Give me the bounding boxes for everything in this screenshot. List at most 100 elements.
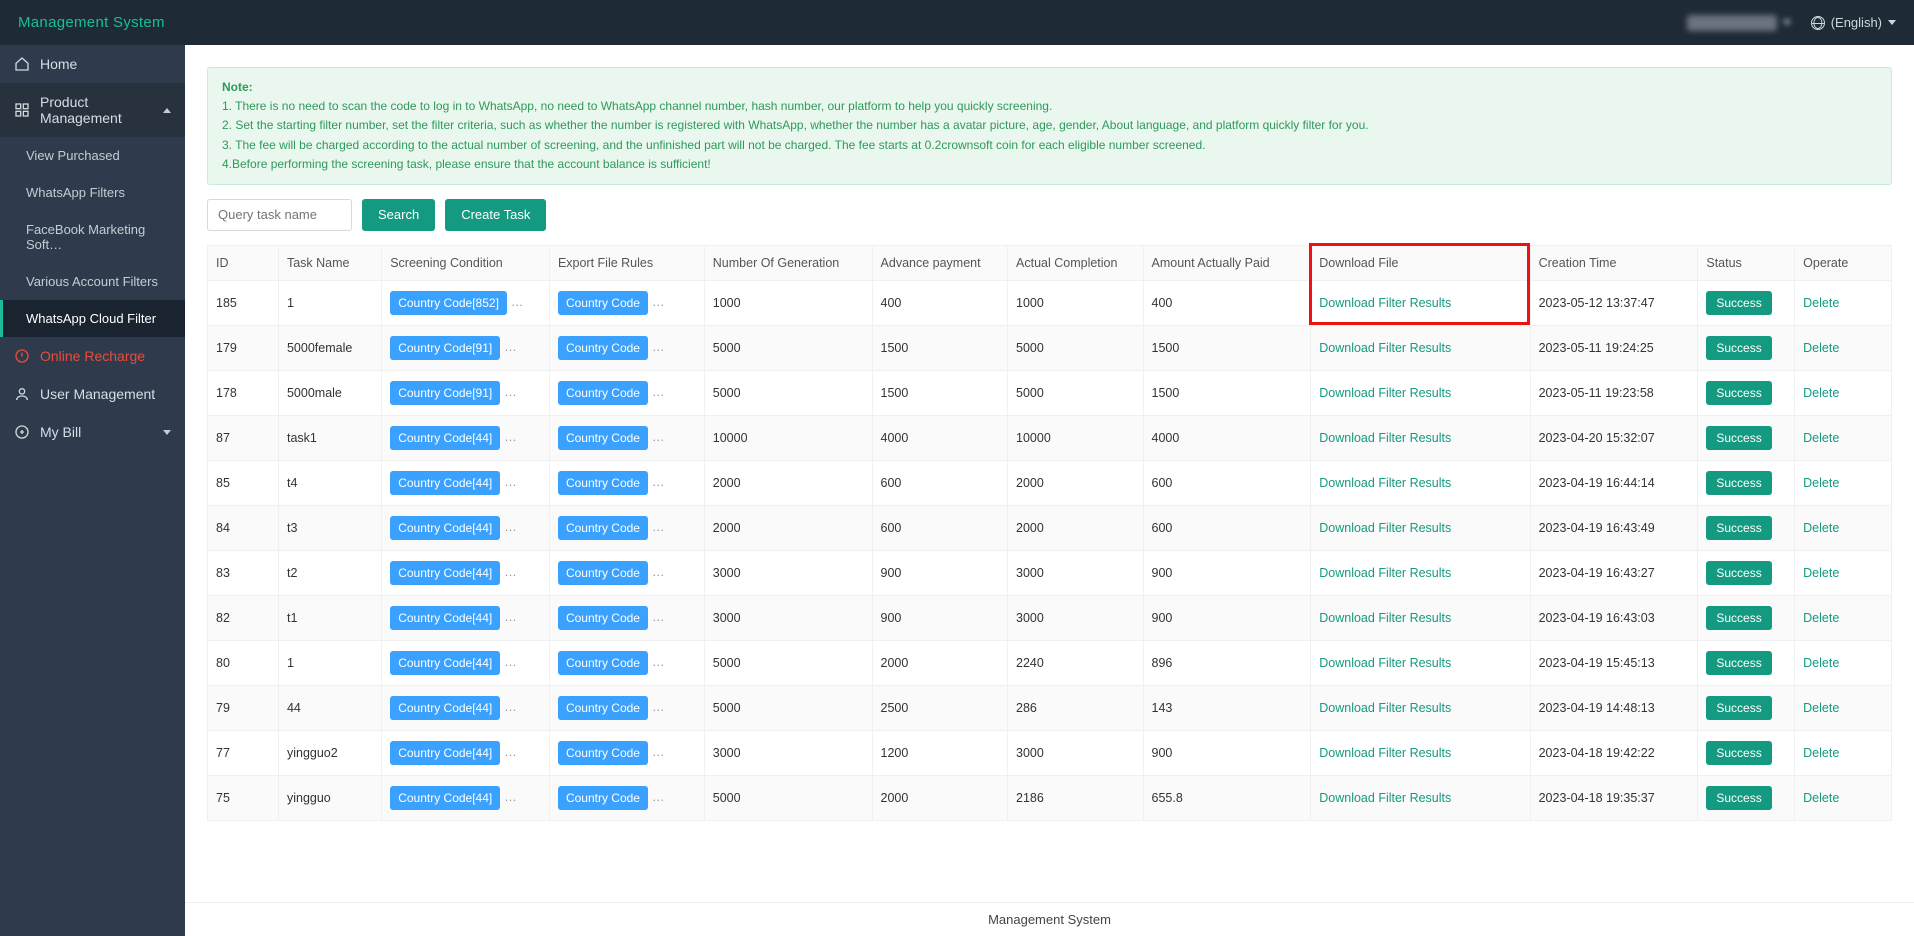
sidebar-item-whatsapp-cloud-filter[interactable]: WhatsApp Cloud Filter [0, 300, 185, 337]
export-tag[interactable]: Country Code [558, 741, 648, 765]
cell-status: Success [1698, 730, 1795, 775]
status-badge: Success [1706, 336, 1771, 360]
cell-num-generation: 3000 [704, 730, 872, 775]
cell-id: 178 [208, 370, 279, 415]
user-menu[interactable] [1687, 15, 1791, 31]
ellipsis: … [652, 745, 665, 759]
sidebar-item-user-management[interactable]: User Management [0, 375, 185, 413]
export-tag[interactable]: Country Code [558, 696, 648, 720]
download-link[interactable]: Download Filter Results [1319, 431, 1451, 445]
delete-link[interactable]: Delete [1803, 476, 1839, 490]
ellipsis: … [504, 655, 517, 669]
delete-link[interactable]: Delete [1803, 791, 1839, 805]
condition-tag[interactable]: Country Code[44] [390, 786, 500, 810]
status-badge: Success [1706, 786, 1771, 810]
export-tag[interactable]: Country Code [558, 516, 648, 540]
col-advance-payment: Advance payment [872, 245, 1007, 280]
delete-link[interactable]: Delete [1803, 566, 1839, 580]
sidebar-item-label: Home [40, 56, 77, 72]
export-tag[interactable]: Country Code [558, 381, 648, 405]
delete-link[interactable]: Delete [1803, 296, 1839, 310]
condition-tag[interactable]: Country Code[44] [390, 651, 500, 675]
search-button[interactable]: Search [362, 199, 435, 231]
cell-operate: Delete [1795, 280, 1892, 325]
export-tag[interactable]: Country Code [558, 786, 648, 810]
sidebar-item-product-management[interactable]: Product Management [0, 83, 185, 137]
delete-link[interactable]: Delete [1803, 656, 1839, 670]
download-link[interactable]: Download Filter Results [1319, 476, 1451, 490]
ellipsis: … [652, 565, 665, 579]
delete-link[interactable]: Delete [1803, 521, 1839, 535]
ellipsis: … [504, 430, 517, 444]
cell-id: 84 [208, 505, 279, 550]
export-tag[interactable]: Country Code [558, 651, 648, 675]
cell-advance-payment: 2000 [872, 775, 1007, 820]
cell-download-file: Download Filter Results [1311, 505, 1530, 550]
condition-tag[interactable]: Country Code[44] [390, 471, 500, 495]
cell-operate: Delete [1795, 325, 1892, 370]
condition-tag[interactable]: Country Code[852] [390, 291, 507, 315]
cell-amount-paid: 143 [1143, 685, 1311, 730]
language-menu[interactable]: (English) [1811, 15, 1896, 30]
ellipsis: … [504, 475, 517, 489]
download-link[interactable]: Download Filter Results [1319, 386, 1451, 400]
download-link[interactable]: Download Filter Results [1319, 341, 1451, 355]
cell-download-file: Download Filter Results [1311, 775, 1530, 820]
delete-link[interactable]: Delete [1803, 611, 1839, 625]
condition-tag[interactable]: Country Code[44] [390, 516, 500, 540]
chevron-down-icon [163, 430, 171, 435]
sidebar-item-various-account-filters[interactable]: Various Account Filters [0, 263, 185, 300]
sidebar-item-online-recharge[interactable]: Online Recharge [0, 337, 185, 375]
delete-link[interactable]: Delete [1803, 341, 1839, 355]
cell-task-name: t2 [278, 550, 381, 595]
cell-actual-completion: 3000 [1008, 730, 1143, 775]
sidebar-item-whatsapp-filters[interactable]: WhatsApp Filters [0, 174, 185, 211]
download-link[interactable]: Download Filter Results [1319, 521, 1451, 535]
condition-tag[interactable]: Country Code[91] [390, 381, 500, 405]
condition-tag[interactable]: Country Code[44] [390, 741, 500, 765]
cell-num-generation: 2000 [704, 505, 872, 550]
cell-num-generation: 3000 [704, 595, 872, 640]
download-link[interactable]: Download Filter Results [1319, 566, 1451, 580]
cell-num-generation: 5000 [704, 775, 872, 820]
sidebar-item-home[interactable]: Home [0, 45, 185, 83]
export-tag[interactable]: Country Code [558, 291, 648, 315]
cell-amount-paid: 4000 [1143, 415, 1311, 460]
warning-icon [14, 348, 30, 364]
note-box: Note: 1. There is no need to scan the co… [207, 67, 1892, 185]
download-link[interactable]: Download Filter Results [1319, 791, 1451, 805]
download-link[interactable]: Download Filter Results [1319, 656, 1451, 670]
sidebar-item-facebook-marketing[interactable]: FaceBook Marketing Soft… [0, 211, 185, 263]
ellipsis: … [504, 520, 517, 534]
condition-tag[interactable]: Country Code[44] [390, 426, 500, 450]
download-link[interactable]: Download Filter Results [1319, 701, 1451, 715]
cell-actual-completion: 2186 [1008, 775, 1143, 820]
condition-tag[interactable]: Country Code[91] [390, 336, 500, 360]
download-link[interactable]: Download Filter Results [1319, 611, 1451, 625]
table-row: 87 task1 Country Code[44]… Country Code…… [208, 415, 1892, 460]
delete-link[interactable]: Delete [1803, 386, 1839, 400]
condition-tag[interactable]: Country Code[44] [390, 606, 500, 630]
export-tag[interactable]: Country Code [558, 606, 648, 630]
download-link[interactable]: Download Filter Results [1319, 746, 1451, 760]
col-creation-time: Creation Time [1530, 245, 1698, 280]
sidebar-item-view-purchased[interactable]: View Purchased [0, 137, 185, 174]
search-input[interactable] [207, 199, 352, 231]
delete-link[interactable]: Delete [1803, 746, 1839, 760]
delete-link[interactable]: Delete [1803, 431, 1839, 445]
export-tag[interactable]: Country Code [558, 336, 648, 360]
condition-tag[interactable]: Country Code[44] [390, 696, 500, 720]
download-link[interactable]: Download Filter Results [1319, 296, 1451, 310]
export-tag[interactable]: Country Code [558, 426, 648, 450]
export-tag[interactable]: Country Code [558, 561, 648, 585]
condition-tag[interactable]: Country Code[44] [390, 561, 500, 585]
cell-operate: Delete [1795, 460, 1892, 505]
delete-link[interactable]: Delete [1803, 701, 1839, 715]
cell-operate: Delete [1795, 595, 1892, 640]
cell-advance-payment: 900 [872, 550, 1007, 595]
create-task-button[interactable]: Create Task [445, 199, 546, 231]
sidebar-item-label: WhatsApp Cloud Filter [26, 311, 156, 326]
col-screening-condition: Screening Condition [382, 245, 550, 280]
export-tag[interactable]: Country Code [558, 471, 648, 495]
sidebar-item-my-bill[interactable]: My Bill [0, 413, 185, 451]
